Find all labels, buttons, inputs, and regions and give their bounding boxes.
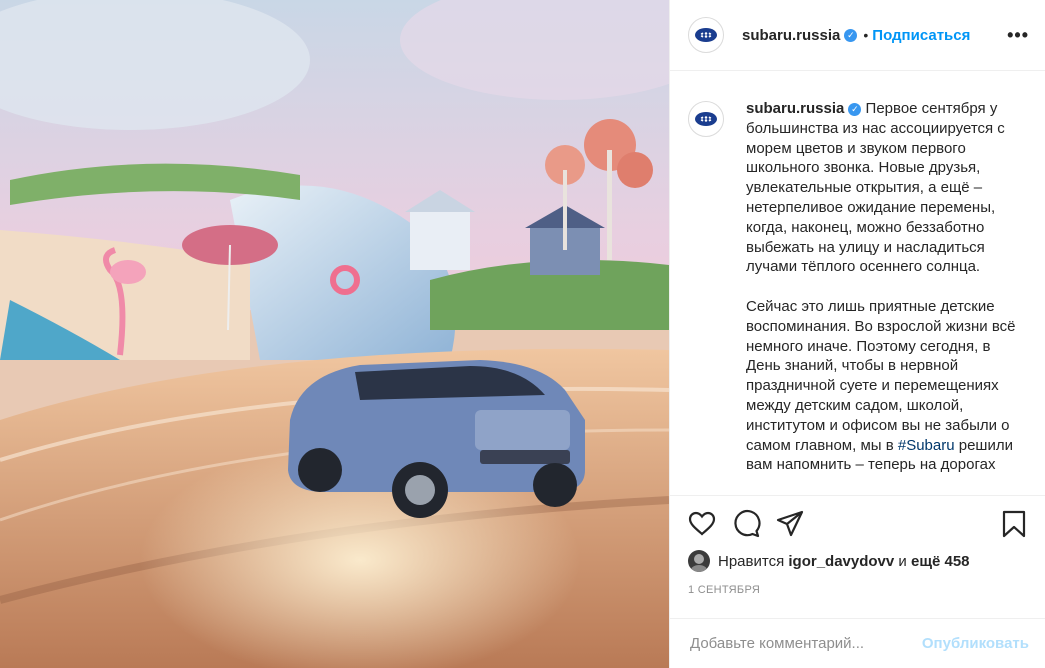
- subaru-logo: [695, 28, 717, 42]
- caption-paragraph-2: Сейчас это лишь приятные детские воспоми…: [746, 297, 1026, 475]
- likes-prefix: Нравится: [718, 552, 785, 570]
- instagram-post: subaru.russia ✓ • Подписаться ••• subaru…: [0, 0, 1045, 668]
- caption-paragraph-2-text: Сейчас это лишь приятные детские воспоми…: [746, 297, 1016, 454]
- likes-and: и: [898, 552, 907, 570]
- verified-badge-icon: ✓: [844, 28, 858, 42]
- post-header: subaru.russia ✓ • Подписаться •••: [670, 0, 1045, 71]
- action-bar: [670, 496, 1045, 540]
- heart-icon[interactable]: [687, 509, 717, 539]
- publish-button[interactable]: Опубликовать: [922, 635, 1029, 652]
- caption-area: subaru.russia ✓ Первое сентября у большин…: [670, 71, 1045, 496]
- liker-username[interactable]: igor_davydovv: [788, 553, 894, 570]
- more-options-icon[interactable]: •••: [1007, 25, 1029, 46]
- caption-username[interactable]: subaru.russia: [746, 100, 844, 117]
- likes-line: Нравится igor_davydovv и ещё 458: [670, 540, 1045, 576]
- caption-text: subaru.russia ✓ Первое сентября у большин…: [746, 99, 1026, 495]
- caption-author-avatar[interactable]: [688, 101, 724, 137]
- subaru-logo: [695, 112, 717, 126]
- comment-input[interactable]: [688, 634, 922, 653]
- author-username[interactable]: subaru.russia: [742, 27, 840, 44]
- separator-dot: •: [863, 27, 869, 43]
- author-avatar[interactable]: [688, 17, 724, 53]
- likes-count[interactable]: ещё 458: [911, 553, 970, 570]
- comment-icon[interactable]: [731, 509, 761, 539]
- post-sidebar: subaru.russia ✓ • Подписаться ••• subaru…: [669, 0, 1045, 668]
- caption-paragraph-1: subaru.russia ✓ Первое сентября у большин…: [746, 99, 1026, 277]
- post-image-illustration: [0, 0, 669, 668]
- caption-paragraph-1-text: Первое сентября у большинства из нас асс…: [746, 100, 1005, 276]
- comment-box: Опубликовать: [670, 618, 1045, 668]
- verified-badge-icon: ✓: [848, 103, 862, 116]
- post-date[interactable]: 1 СЕНТЯБРЯ: [670, 576, 1045, 614]
- post-image[interactable]: [0, 0, 669, 668]
- bookmark-icon[interactable]: [999, 509, 1029, 539]
- share-icon[interactable]: [775, 509, 805, 539]
- follow-button[interactable]: Подписаться: [872, 27, 970, 44]
- hashtag-link[interactable]: #Subaru: [898, 437, 955, 454]
- liker-avatar[interactable]: [688, 550, 710, 572]
